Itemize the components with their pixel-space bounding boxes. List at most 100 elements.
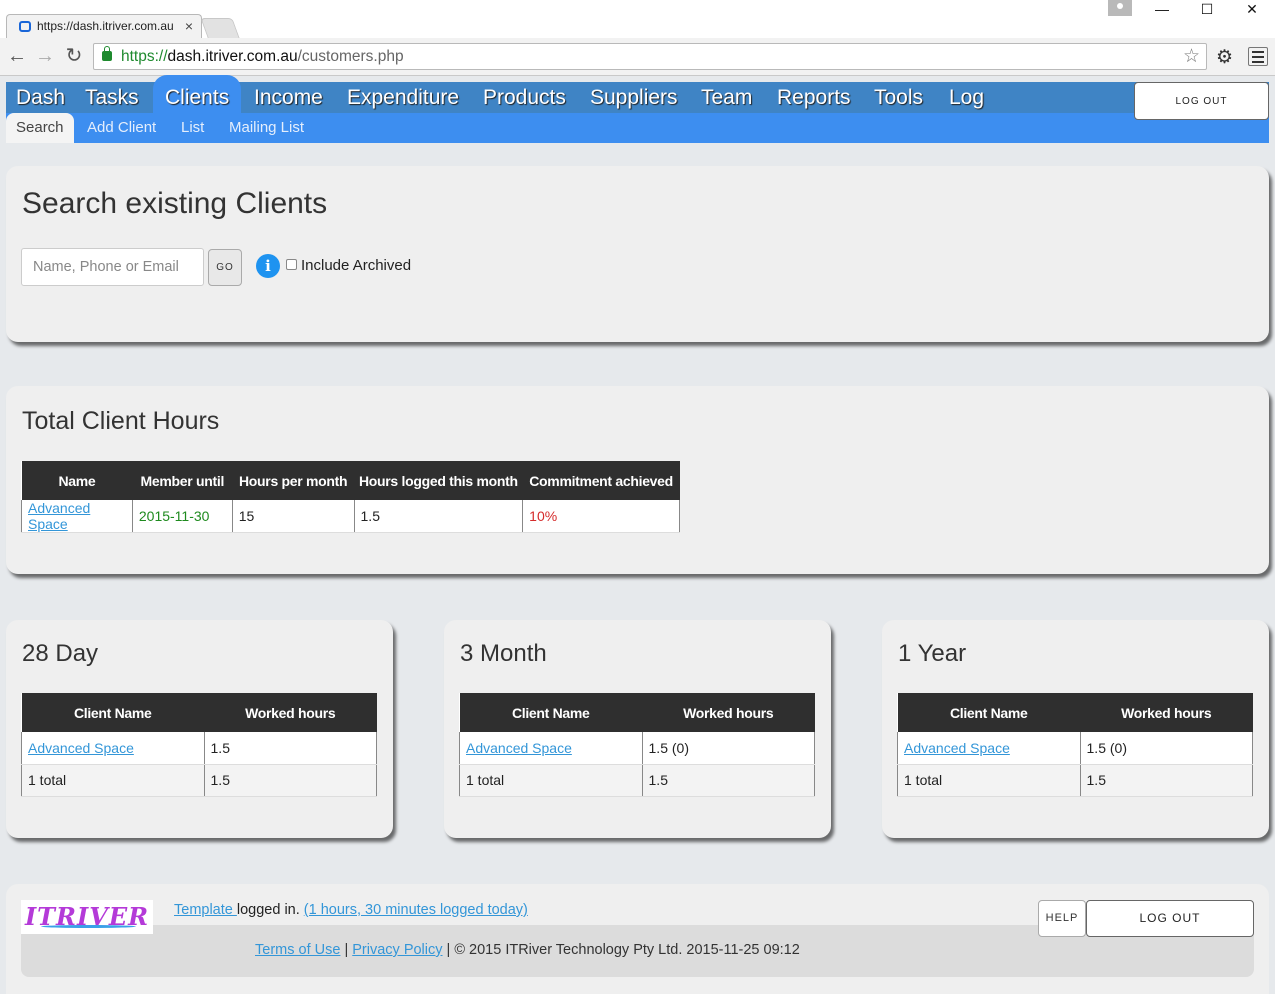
col-header-worked-hours: Worked hours: [642, 693, 815, 732]
login-status: Template logged in. (1 hours, 30 minutes…: [174, 902, 528, 918]
col-header-hours-per-month: Hours per month: [232, 461, 355, 500]
user-profile-icon[interactable]: [1108, 0, 1132, 16]
table-total-row: 1 total 1.5: [459, 764, 816, 797]
cell-member-until: 2015-11-30: [131, 500, 233, 533]
subnav-item-add-client[interactable]: Add Client: [87, 113, 156, 143]
copyright-text: | © 2015 ITRiver Technology Pty Ltd. 201…: [442, 942, 800, 958]
forward-arrow-icon[interactable]: →: [34, 46, 56, 66]
cell-worked-hours: 1.5 (0): [1079, 732, 1254, 765]
url-scheme: https://: [121, 48, 168, 65]
lock-icon: [102, 46, 112, 61]
period-panel-1-year: 1 Year Client Name Worked hours Advanced…: [882, 620, 1269, 838]
sub-nav-bar: Search Add Client List Mailing List: [6, 113, 1269, 143]
period-table: Client Name Worked hours Advanced Space …: [897, 693, 1254, 797]
info-icon[interactable]: i: [256, 254, 280, 278]
subnav-item-search[interactable]: Search: [6, 113, 74, 143]
hours-table: Name Member until Hours per month Hours …: [21, 461, 680, 533]
browser-toolbar: ← → ↻ https://dash.itriver.com.au/custom…: [0, 38, 1275, 76]
table-header-row: Client Name Worked hours: [21, 693, 377, 732]
cell-commitment: 10%: [522, 500, 680, 533]
site-favicon-icon: [19, 21, 31, 32]
client-link[interactable]: Advanced Space: [28, 740, 134, 756]
nav-item-tasks[interactable]: Tasks: [85, 82, 139, 113]
cell-total-label: 1 total: [21, 764, 205, 797]
subnav-item-mailing-list[interactable]: Mailing List: [229, 113, 304, 143]
col-header-worked-hours: Worked hours: [204, 693, 377, 732]
url-path: /customers.php: [297, 48, 404, 65]
browser-titlebar: https://dash.itriver.com.au × — ☐ ✕: [0, 0, 1275, 38]
nav-item-team[interactable]: Team: [701, 82, 752, 113]
search-title: Search existing Clients: [22, 187, 328, 220]
period-panel-28-day: 28 Day Client Name Worked hours Advanced…: [6, 620, 393, 838]
table-total-row: 1 total 1.5: [897, 764, 1254, 797]
subnav-item-list[interactable]: List: [181, 113, 204, 143]
template-link[interactable]: Template: [174, 902, 237, 918]
logged-today-link[interactable]: (1 hours, 30 minutes logged today): [304, 902, 528, 918]
nav-item-products[interactable]: Products: [483, 82, 566, 113]
period-title: 1 Year: [898, 640, 967, 667]
period-table: Client Name Worked hours Advanced Space …: [459, 693, 816, 797]
period-title: 3 Month: [460, 640, 547, 667]
nav-item-clients[interactable]: Clients: [153, 75, 242, 113]
nav-item-income[interactable]: Income: [254, 82, 323, 113]
footer-copyright: Terms of Use | Privacy Policy | © 2015 I…: [255, 942, 800, 958]
col-header-worked-hours: Worked hours: [1080, 693, 1253, 732]
extension-gear-icon[interactable]: ⚙: [1216, 46, 1233, 69]
cell-client-name: Advanced Space: [897, 732, 1081, 765]
minimize-button[interactable]: —: [1140, 0, 1184, 20]
table-row: Advanced Space 2015-11-30 15 1.5 10%: [21, 500, 680, 533]
table-header-row: Client Name Worked hours: [897, 693, 1253, 732]
url-host: dash.itriver.com.au: [167, 48, 298, 65]
client-link[interactable]: Advanced Space: [904, 740, 1010, 756]
help-button[interactable]: HELP: [1038, 900, 1086, 937]
nav-item-reports[interactable]: Reports: [777, 82, 851, 113]
search-input[interactable]: [21, 248, 204, 286]
terms-link[interactable]: Terms of Use: [255, 942, 340, 958]
back-arrow-icon[interactable]: ←: [6, 46, 28, 66]
period-panel-3-month: 3 Month Client Name Worked hours Advance…: [444, 620, 831, 838]
browser-menu-icon[interactable]: [1248, 47, 1268, 66]
client-link[interactable]: Advanced Space: [466, 740, 572, 756]
cell-total-hours: 1.5: [1079, 764, 1254, 797]
nav-item-dash[interactable]: Dash: [16, 82, 65, 113]
cell-client-name: Advanced Space: [21, 500, 133, 533]
col-header-client-name: Client Name: [897, 693, 1081, 732]
table-total-row: 1 total 1.5: [21, 764, 378, 797]
cell-hours-per-month: 15: [231, 500, 355, 533]
logout-button-top[interactable]: LOG OUT: [1134, 82, 1269, 120]
go-button[interactable]: GO: [208, 249, 242, 286]
col-header-hours-logged: Hours logged this month: [354, 461, 523, 500]
period-title: 28 Day: [22, 640, 99, 667]
period-table: Client Name Worked hours Advanced Space …: [21, 693, 378, 797]
itriver-logo: ITRIVER: [21, 900, 153, 934]
logged-in-text: logged in.: [236, 902, 304, 918]
new-tab-button[interactable]: [200, 18, 240, 38]
close-window-button[interactable]: ✕: [1230, 0, 1274, 20]
reload-icon[interactable]: ↻: [63, 46, 85, 66]
browser-tab[interactable]: https://dash.itriver.com.au ×: [6, 14, 202, 38]
hours-title: Total Client Hours: [22, 407, 220, 435]
address-bar[interactable]: https://dash.itriver.com.au/customers.ph…: [93, 43, 1207, 70]
app-navigation: Dash Tasks Clients Income Expenditure Pr…: [6, 75, 1269, 143]
total-client-hours-panel: Total Client Hours Name Member until Hou…: [6, 386, 1269, 574]
nav-item-tools[interactable]: Tools: [874, 82, 923, 113]
client-link[interactable]: Advanced Space: [28, 500, 90, 532]
col-header-commitment: Commitment achieved: [522, 461, 680, 500]
nav-item-expenditure[interactable]: Expenditure: [347, 82, 459, 113]
privacy-link[interactable]: Privacy Policy: [352, 942, 442, 958]
cell-hours-logged: 1.5: [353, 500, 523, 533]
include-archived-checkbox[interactable]: [286, 259, 297, 270]
cell-worked-hours: 1.5: [203, 732, 378, 765]
search-panel: Search existing Clients GO i Include Arc…: [6, 166, 1269, 342]
logout-button-footer[interactable]: LOG OUT: [1086, 900, 1254, 937]
cell-total-label: 1 total: [897, 764, 1081, 797]
nav-item-log[interactable]: Log: [949, 82, 984, 113]
cell-client-name: Advanced Space: [21, 732, 205, 765]
nav-item-suppliers[interactable]: Suppliers: [590, 82, 678, 113]
tab-close-icon[interactable]: ×: [185, 15, 193, 37]
cell-total-hours: 1.5: [203, 764, 378, 797]
maximize-button[interactable]: ☐: [1185, 0, 1229, 20]
footer-separator: |: [340, 942, 353, 958]
table-header-row: Client Name Worked hours: [459, 693, 815, 732]
bookmark-star-icon[interactable]: ☆: [1183, 44, 1200, 69]
